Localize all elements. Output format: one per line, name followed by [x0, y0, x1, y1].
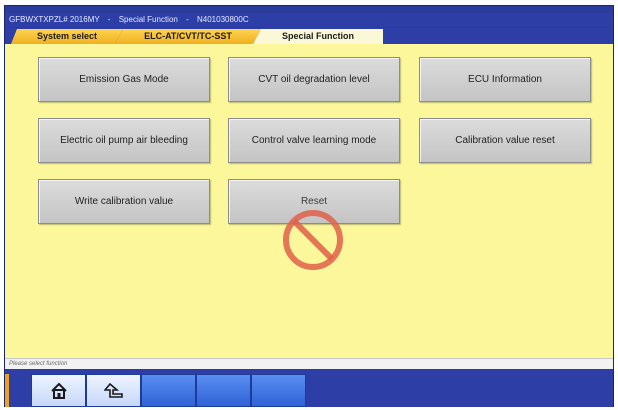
- home-icon: [50, 382, 67, 399]
- home-button[interactable]: [31, 374, 86, 407]
- title-separator: -: [186, 15, 189, 24]
- vehicle-id: GFBWXTXPZL# 2016MY: [9, 15, 100, 24]
- reset-button[interactable]: Reset: [228, 179, 400, 224]
- bottom-toolbar: [5, 370, 613, 407]
- cvt-oil-degradation-button[interactable]: CVT oil degradation level: [228, 57, 400, 102]
- write-calibration-value-button[interactable]: Write calibration value: [38, 179, 210, 224]
- toolbar-slot-3[interactable]: [141, 374, 196, 407]
- toolbar-accent: [5, 374, 9, 407]
- screen-name: Special Function: [118, 15, 178, 24]
- tab-system-select[interactable]: System select: [11, 29, 123, 44]
- tab-elc-at-cvt[interactable]: ELC-AT/CVT/TC-SST: [115, 29, 261, 44]
- breadcrumb-tabs: System select ELC-AT/CVT/TC-SST Special …: [5, 28, 613, 44]
- toolbar-slot-5[interactable]: [251, 374, 306, 407]
- back-arrow-icon: [103, 382, 123, 398]
- electric-oil-pump-air-bleeding-button[interactable]: Electric oil pump air bleeding: [38, 118, 210, 163]
- calibration-value-reset-button[interactable]: Calibration value reset: [419, 118, 591, 163]
- title-bar: GFBWXTXPZL# 2016MY - Special Function - …: [5, 13, 613, 27]
- ecu-part-number: N401030800C: [197, 15, 249, 24]
- tab-special-function[interactable]: Special Function: [253, 29, 383, 44]
- status-bar: Please select function: [5, 358, 613, 369]
- back-button[interactable]: [86, 374, 141, 407]
- ecu-information-button[interactable]: ECU Information: [419, 57, 591, 102]
- function-panel: Emission Gas Mode CVT oil degradation le…: [5, 44, 613, 358]
- control-valve-learning-mode-button[interactable]: Control valve learning mode: [228, 118, 400, 163]
- title-separator: -: [107, 15, 111, 24]
- toolbar-slot-4[interactable]: [196, 374, 251, 407]
- emission-gas-mode-button[interactable]: Emission Gas Mode: [38, 57, 210, 102]
